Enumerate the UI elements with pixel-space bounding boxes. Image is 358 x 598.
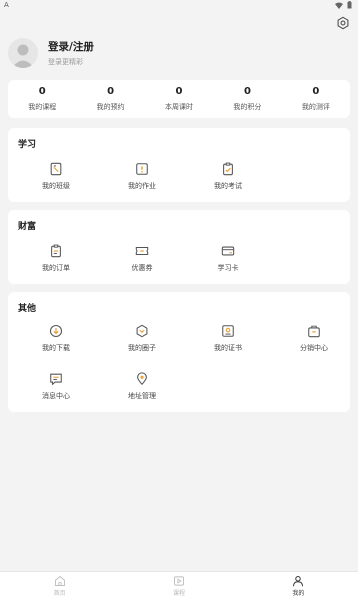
menu-item-label: 我的下载 [42, 344, 70, 352]
menu-item-my-homework[interactable]: 我的作业 [107, 162, 177, 191]
tab-course[interactable]: 课程 [119, 572, 238, 598]
stat-my-reservations[interactable]: 0 我的预约 [76, 80, 144, 118]
menu-item-study-card[interactable]: 学习卡 [193, 244, 263, 273]
menu-item-label: 我的订单 [42, 264, 70, 272]
stat-value: 0 [312, 86, 320, 97]
menu-item-label: 消息中心 [42, 392, 70, 400]
stat-my-courses[interactable]: 0 我的课程 [8, 80, 76, 118]
wifi-icon [335, 2, 343, 9]
wealth-section: 财富 我的订单 优惠券 学习卡 [8, 210, 350, 284]
location-icon [137, 372, 147, 386]
stat-value: 0 [38, 86, 46, 97]
exam-icon [223, 162, 233, 176]
menu-item-my-downloads[interactable]: 我的下载 [21, 324, 91, 353]
menu-item-address-management[interactable]: 地址管理 [107, 372, 177, 401]
coupon-icon [135, 246, 149, 256]
menu-item-label: 优惠券 [131, 264, 153, 272]
stat-label: 我的积分 [233, 103, 262, 111]
menu-item-message-center[interactable]: 消息中心 [21, 372, 91, 401]
profile-header[interactable]: 登录/注册 登录更精彩 [8, 36, 350, 70]
certificate-icon [222, 325, 234, 337]
section-title-other: 其他 [18, 304, 37, 314]
menu-item-label: 我的证书 [214, 344, 242, 352]
stat-value: 0 [175, 86, 183, 97]
stat-label: 我的测评 [301, 103, 330, 111]
menu-item-my-certificates[interactable]: 我的证书 [193, 324, 263, 353]
menu-item-my-circle[interactable]: 我的圈子 [107, 324, 177, 353]
default-avatar-icon [12, 44, 34, 68]
card-icon [221, 246, 235, 256]
status-bar: A [0, 0, 358, 12]
class-icon [50, 162, 62, 176]
distribution-icon [308, 325, 320, 338]
tab-mine[interactable]: 我的 [239, 572, 358, 598]
tab-label: 我的 [292, 590, 305, 597]
menu-item-my-exam[interactable]: 我的考试 [193, 162, 263, 191]
course-icon [174, 576, 184, 586]
tab-label: 课程 [172, 590, 185, 597]
stat-value: 0 [243, 86, 251, 97]
stat-label: 我的预约 [96, 103, 125, 111]
message-icon [50, 373, 62, 386]
user-icon [293, 576, 304, 587]
tab-label: 首页 [53, 590, 66, 597]
stat-my-points[interactable]: 0 我的积分 [213, 80, 281, 118]
stat-weekly-hours[interactable]: 0 本周课时 [145, 80, 213, 118]
login-register-link[interactable]: 登录/注册 [48, 39, 94, 54]
login-subtitle: 登录更精彩 [48, 58, 83, 66]
circle-icon [136, 324, 148, 338]
status-app-glyph: A [4, 1, 9, 9]
stat-label: 我的课程 [28, 103, 57, 111]
menu-item-label: 分销中心 [300, 344, 328, 352]
other-section: 其他 我的下载 我的圈子 我的证书 分销中心 消息中心 地址管理 [8, 292, 350, 412]
tab-home[interactable]: 首页 [0, 572, 119, 598]
bottom-tab-bar: 首页 课程 我的 [0, 571, 358, 598]
study-section: 学习 我的班级 我的作业 我的考试 [8, 128, 350, 202]
menu-item-distribution-center[interactable]: 分销中心 [279, 324, 349, 353]
menu-item-label: 我的班级 [42, 182, 70, 190]
menu-item-coupons[interactable]: 优惠券 [107, 244, 177, 273]
menu-item-label: 我的作业 [128, 182, 156, 190]
battery-icon [347, 1, 352, 9]
stats-card: 0 我的课程 0 我的预约 0 本周课时 0 我的积分 0 我的测评 [8, 80, 350, 118]
stat-label: 本周课时 [165, 103, 194, 111]
avatar[interactable] [8, 38, 38, 68]
stat-my-assessments[interactable]: 0 我的测评 [282, 80, 350, 118]
menu-item-label: 学习卡 [217, 264, 239, 272]
homework-icon [136, 163, 148, 175]
menu-item-label: 我的考试 [214, 182, 242, 190]
section-title-wealth: 财富 [18, 222, 37, 232]
order-icon [51, 244, 61, 258]
settings-gear-icon[interactable] [336, 16, 350, 30]
menu-item-label: 我的圈子 [128, 344, 156, 352]
stat-value: 0 [107, 86, 115, 97]
home-icon [54, 575, 65, 586]
menu-item-my-class[interactable]: 我的班级 [21, 162, 91, 191]
status-right [335, 1, 352, 9]
download-icon [49, 324, 63, 338]
section-title-study: 学习 [18, 140, 37, 150]
menu-item-my-orders[interactable]: 我的订单 [21, 244, 91, 273]
menu-item-label: 地址管理 [128, 392, 156, 400]
